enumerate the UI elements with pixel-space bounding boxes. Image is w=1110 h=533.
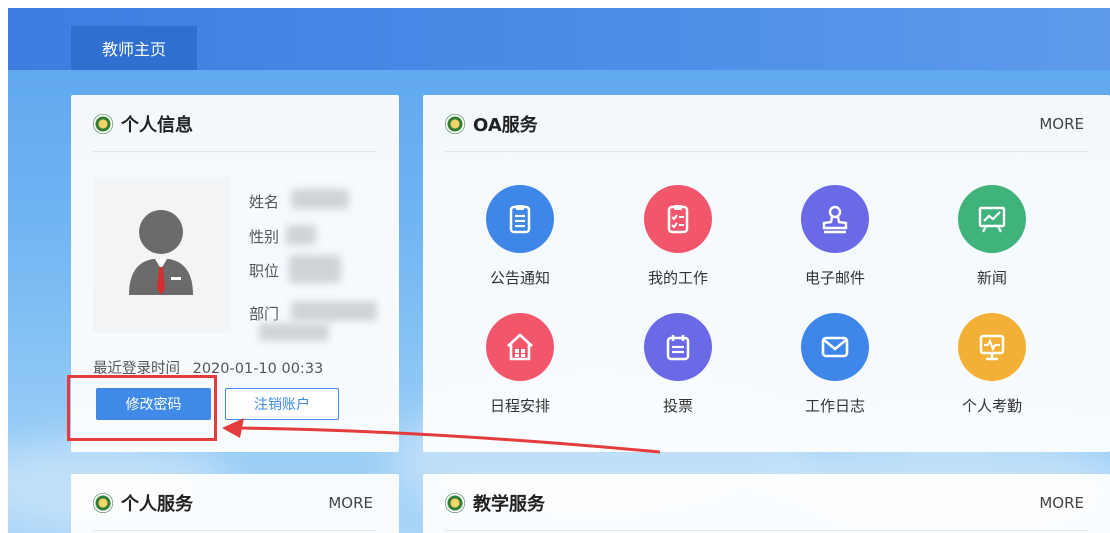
annotation-arrow xyxy=(222,418,661,454)
